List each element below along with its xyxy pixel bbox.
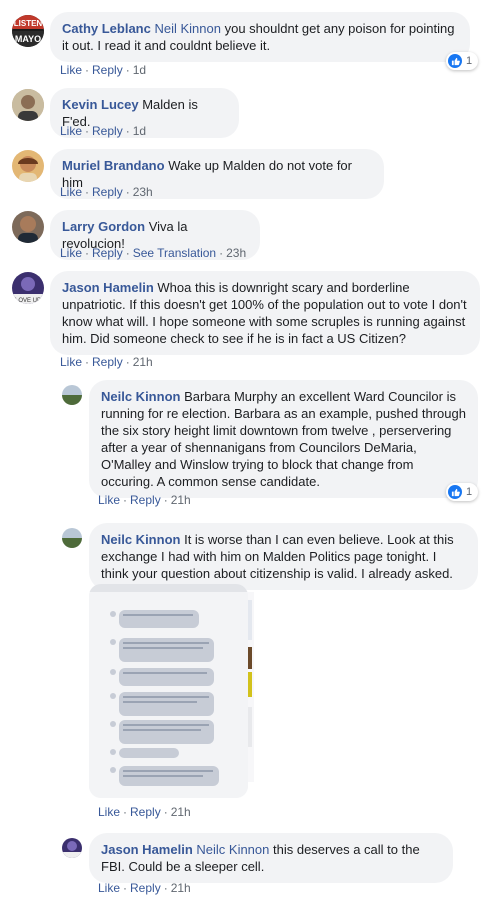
comment-actions: Like · Reply · See Translation · 23h [60, 246, 247, 260]
like-link[interactable]: Like [98, 493, 120, 507]
reply-link[interactable]: Reply [130, 493, 161, 507]
timestamp[interactable]: 1d [133, 124, 146, 138]
like-link[interactable]: Like [60, 246, 82, 260]
avatar-label: LOVE UP [15, 298, 41, 304]
avatar-label-top: LISTEN [14, 19, 43, 28]
reaction-number: 1 [466, 55, 473, 67]
reply-bubble: Neilc Kinnon Barbara Murphy an excellent… [89, 380, 478, 498]
reply-actions: Like · Reply · 21h [98, 805, 191, 819]
like-icon [448, 485, 462, 499]
avatar-image [12, 211, 44, 243]
avatar-image [62, 838, 82, 858]
avatar-image [62, 528, 82, 548]
comment-author[interactable]: Larry Gordon [62, 219, 145, 234]
comment-bubble: Cathy Leblanc Neil Kinnon you shouldnt g… [50, 12, 470, 62]
reply-author[interactable]: Jason Hamelin [101, 842, 193, 857]
reply-link[interactable]: Reply [92, 124, 123, 138]
timestamp[interactable]: 21h [171, 805, 191, 819]
comment-actions: Like · Reply · 21h [60, 355, 153, 369]
mention-tag[interactable]: Neilc Kinnon [196, 842, 269, 857]
attachment-image [89, 584, 248, 798]
avatar[interactable] [62, 528, 82, 548]
avatar-image: LISTEN MAYO [12, 15, 44, 47]
reply-link[interactable]: Reply [92, 246, 123, 260]
reaction-count[interactable]: 1 [446, 52, 479, 70]
reply-link[interactable]: Reply [92, 355, 123, 369]
comment-actions: Like · Reply · 1d [60, 124, 147, 138]
avatar-image [12, 89, 44, 121]
timestamp[interactable]: 21h [171, 493, 191, 507]
like-icon [448, 54, 462, 68]
comment-actions: Like · Reply · 23h [60, 185, 153, 199]
avatar-image [62, 385, 82, 405]
timestamp[interactable]: 1d [133, 63, 146, 77]
like-link[interactable]: Like [60, 63, 82, 77]
like-link[interactable]: Like [98, 805, 120, 819]
like-link[interactable]: Like [60, 355, 82, 369]
reaction-count[interactable]: 1 [446, 483, 479, 501]
timestamp[interactable]: 23h [133, 185, 153, 199]
reply-link[interactable]: Reply [92, 63, 123, 77]
avatar[interactable] [12, 211, 44, 243]
comment-actions: Like · Reply · 1d [60, 63, 147, 77]
comment-author[interactable]: Kevin Lucey [62, 97, 139, 112]
reply-author[interactable]: Neilc Kinnon [101, 389, 180, 404]
like-link[interactable]: Like [60, 185, 82, 199]
reply-author[interactable]: Neilc Kinnon [101, 532, 180, 547]
avatar[interactable] [12, 150, 44, 182]
avatar-label-bottom: MAYO [15, 34, 41, 44]
avatar[interactable] [62, 838, 82, 858]
timestamp[interactable]: 21h [133, 355, 153, 369]
reply-bubble: Jason Hamelin Neilc Kinnon this deserves… [89, 833, 453, 883]
comment-author[interactable]: Jason Hamelin [62, 280, 154, 295]
mention-tag[interactable]: Neil Kinnon [154, 21, 221, 36]
reply-text: Barbara Murphy an excellent Ward Council… [101, 389, 466, 489]
see-translation-link[interactable]: See Translation [133, 246, 216, 260]
reaction-number: 1 [466, 486, 473, 498]
comment-bubble: Jason Hamelin Whoa this is downright sca… [50, 271, 480, 355]
reply-link[interactable]: Reply [130, 805, 161, 819]
timestamp[interactable]: 21h [171, 881, 191, 895]
avatar[interactable] [12, 89, 44, 121]
timestamp[interactable]: 23h [226, 246, 246, 260]
comment-author[interactable]: Muriel Brandano [62, 158, 165, 173]
attached-screenshot[interactable] [89, 584, 248, 798]
avatar-image: LOVE UP [12, 272, 44, 304]
like-link[interactable]: Like [98, 881, 120, 895]
reply-actions: Like · Reply · 21h [98, 493, 191, 507]
reply-link[interactable]: Reply [92, 185, 123, 199]
comment-author[interactable]: Cathy Leblanc [62, 21, 151, 36]
reply-actions: Like · Reply · 21h [98, 881, 191, 895]
avatar[interactable]: LOVE UP [12, 272, 44, 304]
reply-link[interactable]: Reply [130, 881, 161, 895]
avatar[interactable] [62, 385, 82, 405]
like-link[interactable]: Like [60, 124, 82, 138]
avatar[interactable]: LISTEN MAYO [12, 15, 44, 47]
reply-bubble: Neilc Kinnon It is worse than I can even… [89, 523, 478, 590]
avatar-image [12, 150, 44, 182]
